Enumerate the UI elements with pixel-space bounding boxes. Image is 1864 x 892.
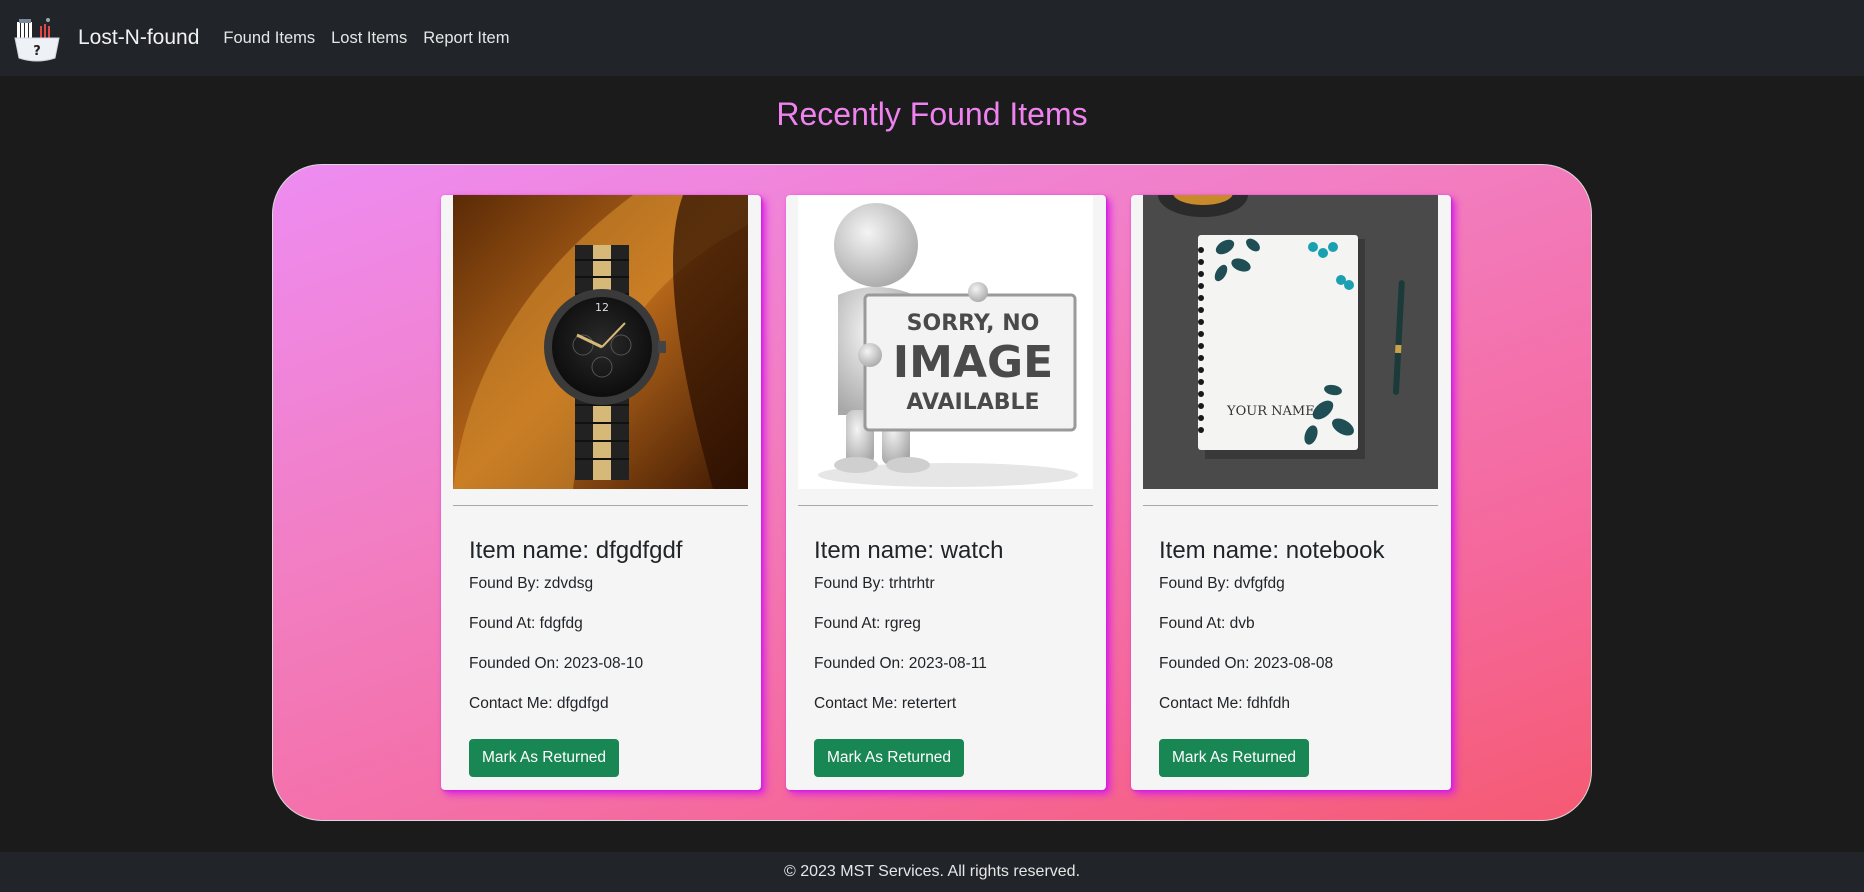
found-by: Found By: trhtrhtr xyxy=(814,575,935,592)
card-divider xyxy=(453,505,748,506)
notebook-cover-text: YOUR NAME xyxy=(1226,404,1315,419)
navbar: ? Lost-N-found Found Items Lost Items Re… xyxy=(0,0,1864,76)
contact: Contact Me: fdhfdh xyxy=(1159,695,1290,712)
found-by: Found By: dvfgfdg xyxy=(1159,575,1285,592)
contact: Contact Me: retertert xyxy=(814,695,957,712)
placeholder-text-line-1: SORRY, NO xyxy=(907,311,1040,336)
footer: © 2023 MST Services. All rights reserved… xyxy=(0,852,1864,892)
item-card: 12 Item name: dfgdfgdf Found By: zdvdsg … xyxy=(441,195,761,790)
notebook-image: YOUR NAME xyxy=(1143,195,1438,489)
placeholder-text-line-3: AVAILABLE xyxy=(906,390,1039,415)
card-divider xyxy=(1143,505,1438,506)
nav-link-lost-items[interactable]: Lost Items xyxy=(331,29,407,48)
card-divider xyxy=(798,505,1093,506)
card-body: Item name: watch Found By: trhtrhtr Foun… xyxy=(814,537,1084,777)
item-name: Item name: watch xyxy=(814,537,1004,564)
item-card: SORRY, NO IMAGE AVAILABLE Item name: wat… xyxy=(786,195,1106,790)
mark-as-returned-button[interactable]: Mark As Returned xyxy=(814,739,965,777)
watch-image: 12 xyxy=(453,195,748,489)
found-by: Found By: zdvdsg xyxy=(469,575,594,592)
item-name: Item name: dfgdfgdf xyxy=(469,537,683,564)
found-at: Found At: fdgfdg xyxy=(469,615,583,632)
contact: Contact Me: dfgdfgd xyxy=(469,695,609,712)
nav-link-report-item[interactable]: Report Item xyxy=(423,29,509,48)
found-at: Found At: rgreg xyxy=(814,615,921,632)
card-body: Item name: notebook Found By: dvfgfdg Fo… xyxy=(1159,537,1429,777)
page-title: Recently Found Items xyxy=(776,96,1088,132)
no-image-placeholder: SORRY, NO IMAGE AVAILABLE xyxy=(798,195,1093,489)
placeholder-text-line-2: IMAGE xyxy=(893,337,1053,388)
founded-on: Founded On: 2023-08-10 xyxy=(469,655,644,672)
nav-link-found-items[interactable]: Found Items xyxy=(223,29,315,48)
svg-text:12: 12 xyxy=(595,301,609,314)
item-card: YOUR NAME Item name: notebook Found By: … xyxy=(1131,195,1451,790)
svg-text:?: ? xyxy=(33,44,41,59)
founded-on: Founded On: 2023-08-08 xyxy=(1159,655,1334,672)
mark-as-returned-button[interactable]: Mark As Returned xyxy=(1159,739,1310,777)
lost-and-found-logo-icon[interactable]: ? xyxy=(13,14,61,62)
mark-as-returned-button[interactable]: Mark As Returned xyxy=(469,739,620,777)
card-body: Item name: dfgdfgdf Found By: zdvdsg Fou… xyxy=(469,537,739,777)
footer-copyright: © 2023 MST Services. All rights reserved… xyxy=(783,863,1081,880)
found-at: Found At: dvb xyxy=(1159,615,1255,632)
brand-name[interactable]: Lost-N-found xyxy=(78,26,199,50)
founded-on: Founded On: 2023-08-11 xyxy=(814,655,987,672)
item-name: Item name: notebook xyxy=(1159,537,1385,564)
